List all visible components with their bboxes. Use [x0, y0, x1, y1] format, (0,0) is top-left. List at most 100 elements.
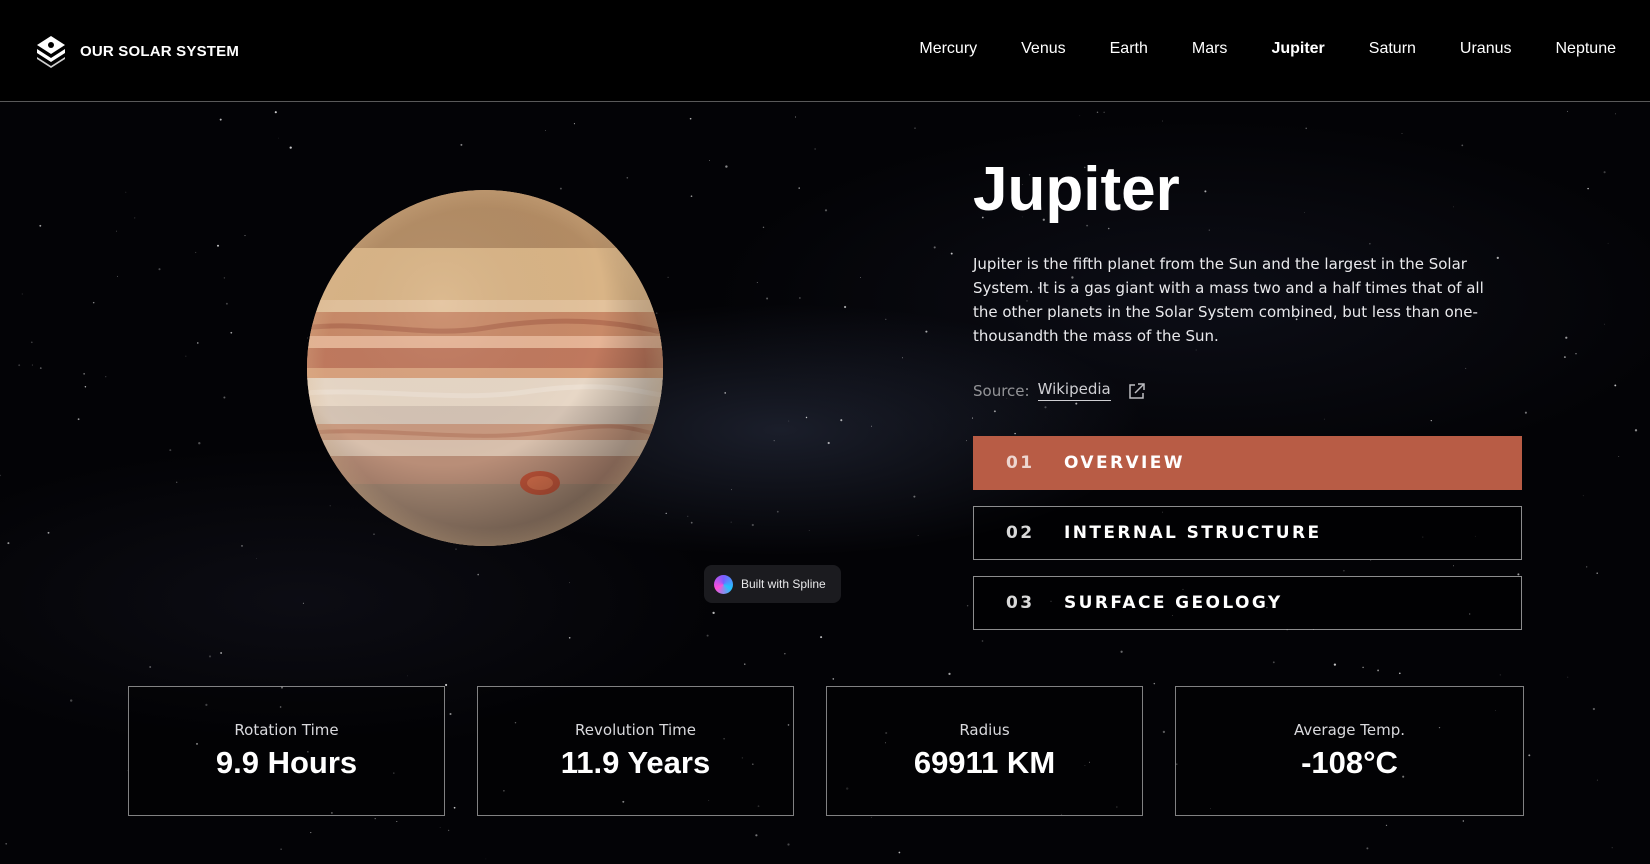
star: [860, 277, 861, 278]
tab-number: 02: [1006, 523, 1035, 543]
star: [116, 275, 118, 277]
tab-internal-structure[interactable]: 02 INTERNAL STRUCTURE: [973, 506, 1522, 560]
stat-label: Rotation Time: [234, 721, 339, 739]
star: [917, 534, 919, 536]
star: [1120, 650, 1123, 653]
star: [568, 637, 571, 639]
tab-surface-geology[interactable]: 03 SURFACE GEOLOGY: [973, 576, 1522, 630]
nav-item-jupiter[interactable]: Jupiter: [1271, 40, 1324, 58]
star: [1398, 672, 1401, 675]
solar-system-logo-icon: [37, 36, 65, 68]
star: [1618, 456, 1620, 457]
star: [1587, 187, 1589, 190]
nav-item-earth[interactable]: Earth: [1110, 40, 1148, 58]
star: [993, 410, 996, 413]
star: [374, 817, 376, 820]
star: [31, 364, 33, 366]
star: [1401, 133, 1403, 134]
nav-item-saturn[interactable]: Saturn: [1369, 40, 1416, 58]
star: [1604, 323, 1605, 325]
wikipedia-link[interactable]: Wikipedia: [1037, 380, 1111, 401]
star: [1195, 349, 1197, 351]
brand[interactable]: OUR SOLAR SYSTEM: [34, 34, 239, 68]
star: [709, 160, 710, 161]
nav-item-mercury[interactable]: Mercury: [919, 40, 977, 58]
nav-item-neptune[interactable]: Neptune: [1556, 40, 1617, 58]
star: [47, 531, 50, 534]
stat-value: -108°C: [1301, 745, 1398, 780]
nav-item-venus[interactable]: Venus: [1021, 40, 1065, 58]
star: [1566, 110, 1569, 112]
spline-logo-icon: [714, 574, 733, 594]
nav-item-uranus[interactable]: Uranus: [1460, 40, 1512, 58]
spline-badge-label: Built with Spline: [741, 577, 826, 591]
site-header: OUR SOLAR SYSTEM Mercury Venus Earth Mar…: [0, 0, 1650, 102]
star: [1162, 120, 1163, 122]
star: [725, 165, 728, 168]
star: [1462, 820, 1464, 822]
star: [730, 489, 732, 491]
star: [439, 826, 441, 828]
star: [116, 230, 117, 232]
star: [1303, 212, 1305, 213]
star: [216, 244, 220, 247]
star: [751, 523, 754, 527]
stat-label: Average Temp.: [1293, 721, 1406, 739]
planet-3d-view[interactable]: [305, 188, 665, 548]
jupiter-planet-image: [307, 190, 663, 546]
star: [198, 442, 201, 445]
planet-stats: Rotation Time 9.9 Hours Revolution Time …: [128, 686, 1524, 816]
star: [185, 355, 187, 357]
star: [280, 848, 282, 850]
star: [914, 127, 916, 129]
stat-value: 9.9 Hours: [215, 745, 358, 780]
star: [447, 829, 450, 832]
star: [84, 386, 87, 388]
star: [1461, 144, 1464, 147]
nav-item-mars[interactable]: Mars: [1192, 40, 1228, 58]
star: [70, 699, 73, 702]
star: [798, 187, 800, 189]
star: [1204, 190, 1207, 193]
star: [667, 276, 669, 279]
planet-title: Jupiter: [973, 155, 1180, 224]
star: [690, 521, 693, 524]
tab-label: SURFACE GEOLOGY: [1064, 593, 1283, 613]
star: [1272, 661, 1275, 664]
star: [176, 481, 178, 483]
star: [197, 342, 199, 344]
star: [755, 834, 758, 837]
star: [1582, 495, 1584, 497]
star: [950, 252, 953, 255]
star: [169, 449, 172, 452]
star: [1592, 707, 1596, 711]
star: [223, 396, 226, 399]
tab-label: INTERNAL STRUCTURE: [1064, 523, 1322, 543]
built-with-spline-badge[interactable]: Built with Spline: [704, 565, 841, 603]
star: [744, 663, 746, 665]
star: [219, 118, 222, 121]
star: [1430, 419, 1432, 422]
planet-description: Jupiter is the fifth planet from the Sun…: [973, 255, 1484, 345]
star: [1014, 432, 1016, 435]
star: [1075, 402, 1078, 405]
star: [241, 545, 243, 547]
star: [223, 277, 226, 279]
star: [1103, 111, 1105, 113]
star: [1362, 666, 1364, 669]
tab-overview[interactable]: 01 OVERVIEW: [973, 436, 1522, 490]
star: [1596, 572, 1598, 574]
star: [1607, 242, 1609, 244]
tab-number: 03: [1006, 593, 1035, 613]
star: [39, 224, 42, 227]
star: [256, 558, 257, 560]
star: [933, 246, 936, 249]
star: [773, 439, 775, 442]
external-link-icon[interactable]: [1127, 381, 1147, 401]
stat-label: Radius: [959, 721, 1010, 739]
star: [902, 357, 904, 359]
star: [1453, 206, 1454, 208]
star: [310, 832, 312, 834]
stat-card-average-temp: Average Temp. -108°C: [1175, 686, 1524, 816]
star: [83, 373, 85, 375]
